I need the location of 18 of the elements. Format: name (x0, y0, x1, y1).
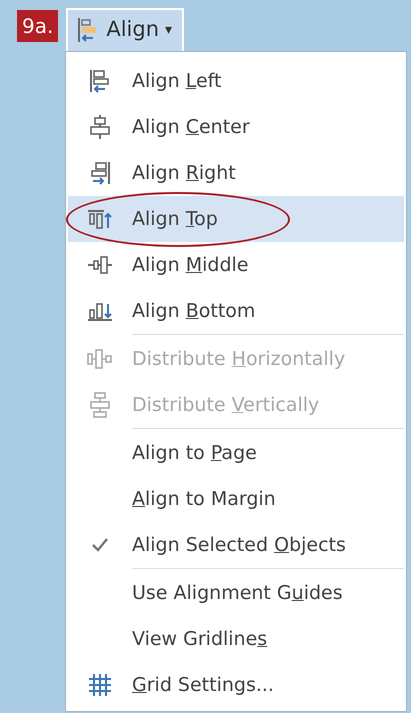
menu-item[interactable]: Align Top (68, 196, 404, 242)
menu-item[interactable]: Align to Page (68, 430, 404, 476)
menu-item[interactable]: Align Selected Objects (68, 522, 404, 568)
align-center-icon (87, 114, 113, 140)
distribute-vertical-icon (87, 392, 113, 418)
menu-item[interactable]: Align Right (68, 150, 404, 196)
menu-item[interactable]: Align Bottom (68, 288, 404, 334)
menu-item[interactable]: View Gridlines (68, 616, 404, 662)
menu-item[interactable]: Align Left (68, 58, 404, 104)
menu-item[interactable]: Align to Margin (68, 476, 404, 522)
align-dropdown-button[interactable]: Align ▾ (66, 8, 184, 52)
step-badge: 9a. (17, 10, 58, 42)
menu-item[interactable]: Grid Settings... (68, 662, 404, 708)
menu-item[interactable]: Align Middle (68, 242, 404, 288)
distribute-horizontal-icon (87, 346, 113, 372)
menu-item[interactable]: Use Alignment Guides (68, 570, 404, 616)
menu-item[interactable]: Align Center (68, 104, 404, 150)
grid-icon (87, 672, 113, 698)
